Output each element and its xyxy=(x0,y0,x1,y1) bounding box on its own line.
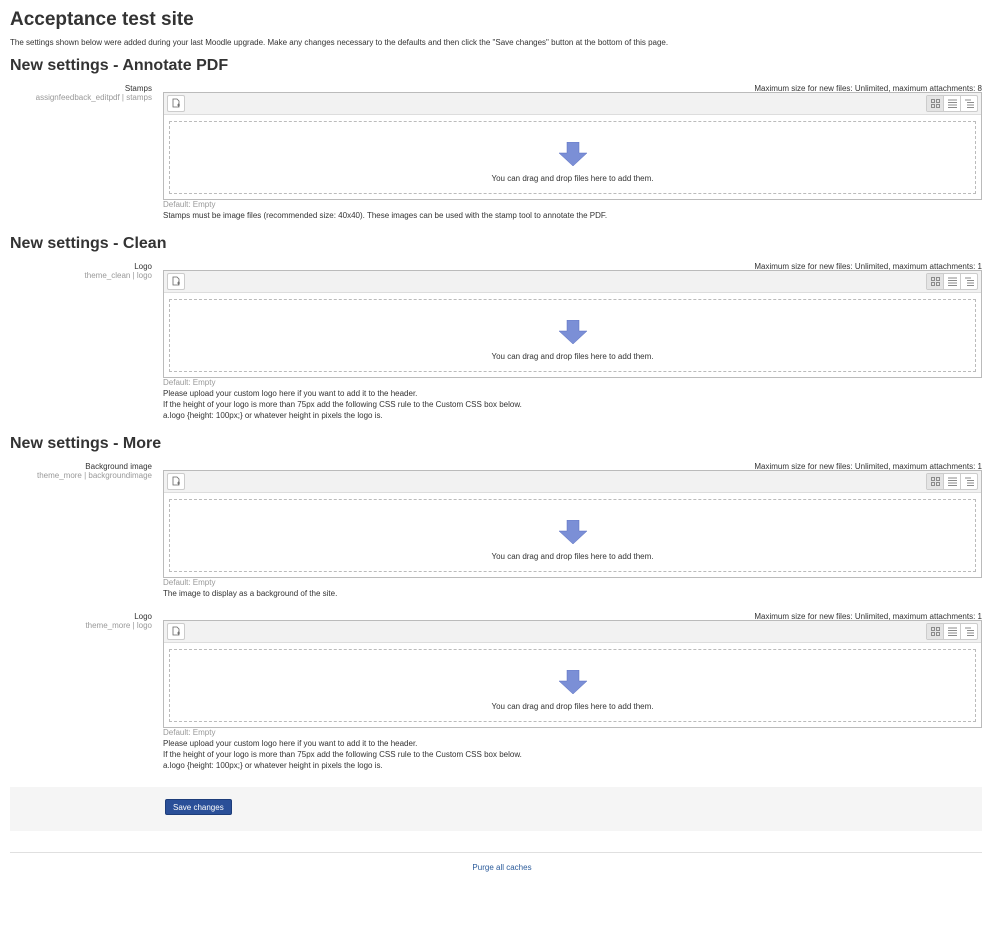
setting-name: Logo xyxy=(134,262,152,271)
icons-view-icon xyxy=(930,477,940,486)
add-file-icon xyxy=(172,276,180,286)
details-view-button[interactable] xyxy=(943,474,960,489)
setting-label: Background image theme_more | background… xyxy=(0,462,152,480)
drop-zone-text: You can drag and drop files here to add … xyxy=(491,552,654,561)
details-view-icon xyxy=(947,477,957,486)
default-info: Default: Empty xyxy=(163,200,216,209)
file-manager: You can drag and drop files here to add … xyxy=(163,470,982,578)
down-arrow-icon xyxy=(558,320,587,344)
view-switcher xyxy=(926,273,978,290)
section-heading-clean: New settings - Clean xyxy=(10,235,167,252)
file-manager: You can drag and drop files here to add … xyxy=(163,92,982,200)
details-view-button[interactable] xyxy=(943,96,960,111)
default-info: Default: Empty xyxy=(163,578,216,587)
file-drop-zone[interactable]: You can drag and drop files here to add … xyxy=(169,121,976,194)
icons-view-icon xyxy=(930,277,940,286)
down-arrow-icon xyxy=(558,520,587,544)
drop-zone-text: You can drag and drop files here to add … xyxy=(491,702,654,711)
tree-view-icon xyxy=(964,277,974,286)
setting-description: Please upload your custom logo here if y… xyxy=(163,389,522,420)
down-arrow-icon xyxy=(558,670,587,694)
form-actions-bar: Save changes xyxy=(10,787,982,831)
file-manager-toolbar xyxy=(164,471,981,493)
icons-view-button[interactable] xyxy=(927,474,943,489)
setting-name: Logo xyxy=(134,612,152,621)
view-switcher xyxy=(926,623,978,640)
file-manager-toolbar xyxy=(164,93,981,115)
save-changes-button[interactable]: Save changes xyxy=(165,799,232,815)
add-file-button[interactable] xyxy=(167,473,185,490)
setting-label: Logo theme_clean | logo xyxy=(0,262,152,280)
details-view-icon xyxy=(947,99,957,108)
tree-view-button[interactable] xyxy=(960,96,977,111)
details-view-button[interactable] xyxy=(943,274,960,289)
setting-key: theme_more | logo xyxy=(85,621,152,630)
icons-view-icon xyxy=(930,627,940,636)
file-drop-zone[interactable]: You can drag and drop files here to add … xyxy=(169,299,976,372)
drop-zone-text: You can drag and drop files here to add … xyxy=(491,352,654,361)
file-manager: You can drag and drop files here to add … xyxy=(163,270,982,378)
add-file-button[interactable] xyxy=(167,95,185,112)
details-view-icon xyxy=(947,627,957,636)
view-switcher xyxy=(926,473,978,490)
intro-text: The settings shown below were added duri… xyxy=(10,38,669,47)
file-drop-zone[interactable]: You can drag and drop files here to add … xyxy=(169,499,976,572)
setting-name: Background image xyxy=(85,462,152,471)
section-heading-more: New settings - More xyxy=(10,435,162,452)
section-heading-annotate-pdf: New settings - Annotate PDF xyxy=(10,57,229,74)
tree-view-button[interactable] xyxy=(960,274,977,289)
icons-view-icon xyxy=(930,99,940,108)
footer-divider xyxy=(10,852,982,853)
file-manager-toolbar xyxy=(164,271,981,293)
setting-description: Please upload your custom logo here if y… xyxy=(163,739,522,770)
setting-key: theme_more | backgroundimage xyxy=(36,471,152,480)
tree-view-button[interactable] xyxy=(960,474,977,489)
file-drop-zone[interactable]: You can drag and drop files here to add … xyxy=(169,649,976,722)
setting-label: Logo theme_more | logo xyxy=(0,612,152,630)
footer: Purge all caches xyxy=(0,863,1004,872)
setting-description: The image to display as a background of … xyxy=(163,589,338,598)
icons-view-button[interactable] xyxy=(927,96,943,111)
view-switcher xyxy=(926,95,978,112)
tree-view-icon xyxy=(964,627,974,636)
add-file-icon xyxy=(172,626,180,636)
add-file-button[interactable] xyxy=(167,623,185,640)
add-file-button[interactable] xyxy=(167,273,185,290)
file-manager-toolbar xyxy=(164,621,981,643)
tree-view-button[interactable] xyxy=(960,624,977,639)
down-arrow-icon xyxy=(558,142,587,166)
file-manager: You can drag and drop files here to add … xyxy=(163,620,982,728)
tree-view-icon xyxy=(964,477,974,486)
setting-name: Stamps xyxy=(124,84,152,93)
setting-key: assignfeedback_editpdf | stamps xyxy=(35,93,152,102)
details-view-icon xyxy=(947,277,957,286)
page-title: Acceptance test site xyxy=(10,9,194,30)
add-file-icon xyxy=(172,98,180,108)
default-info: Default: Empty xyxy=(163,728,216,737)
setting-description: Stamps must be image files (recommended … xyxy=(163,211,608,220)
icons-view-button[interactable] xyxy=(927,274,943,289)
tree-view-icon xyxy=(964,99,974,108)
purge-caches-link[interactable]: Purge all caches xyxy=(472,863,531,872)
setting-label: Stamps assignfeedback_editpdf | stamps xyxy=(0,84,152,102)
drop-zone-text: You can drag and drop files here to add … xyxy=(491,174,654,183)
add-file-icon xyxy=(172,476,180,486)
details-view-button[interactable] xyxy=(943,624,960,639)
default-info: Default: Empty xyxy=(163,378,216,387)
setting-key: theme_clean | logo xyxy=(84,271,152,280)
icons-view-button[interactable] xyxy=(927,624,943,639)
